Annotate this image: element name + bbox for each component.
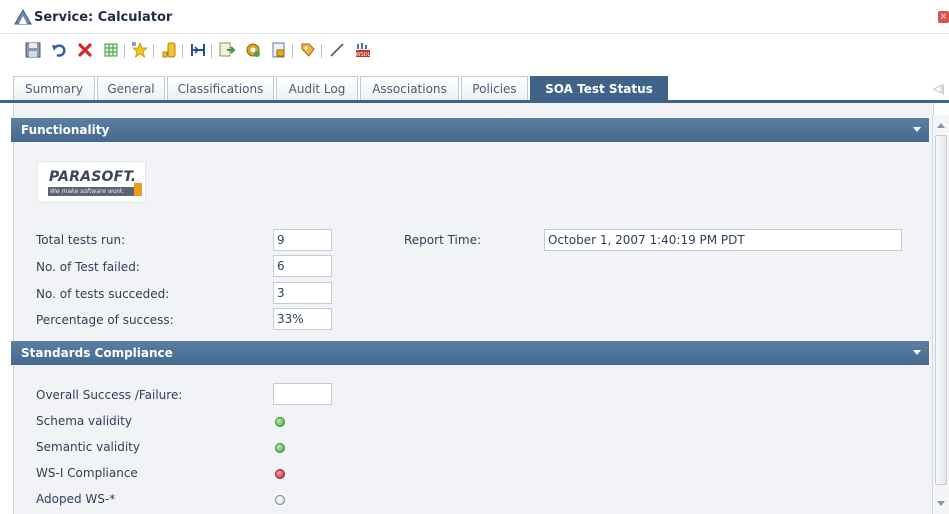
tab-policies[interactable]: Policies: [461, 76, 528, 100]
service-icon: [14, 8, 32, 25]
undo-icon[interactable]: [50, 41, 68, 59]
report-time-label: Report Time:: [404, 233, 482, 247]
adopted-ws-label: Adoped WS-*: [36, 492, 116, 506]
svg-text:WSDL: WSDL: [356, 52, 371, 58]
tab-associations[interactable]: Associations: [360, 76, 459, 100]
failed-tests-field[interactable]: 6: [273, 255, 332, 277]
toolbar-separator: [182, 44, 183, 58]
line-icon[interactable]: [328, 41, 346, 59]
functionality-title: Functionality: [21, 123, 110, 137]
logo-accent: [134, 183, 142, 196]
wsi-compliance-label: WS-I Compliance: [36, 466, 138, 480]
toolbar-separator: [211, 44, 212, 58]
toolbar-separator: [124, 44, 125, 58]
tab-bar: Summary General Classifications Audit Lo…: [0, 76, 949, 103]
toolbar-separator: [153, 44, 154, 58]
lock-icon[interactable]: [270, 41, 288, 59]
tab-summary[interactable]: Summary: [13, 76, 95, 100]
overall-success-field[interactable]: [273, 383, 332, 405]
standards-header[interactable]: Standards Compliance: [11, 341, 929, 365]
tag-icon[interactable]: [299, 41, 317, 59]
total-tests-label: Total tests run:: [36, 233, 126, 247]
star-icon[interactable]: [131, 41, 149, 59]
overall-success-label: Overall Success /Failure:: [36, 388, 183, 402]
close-icon[interactable]: ×: [938, 11, 949, 23]
percentage-label: Percentage of success:: [36, 313, 174, 327]
report-time-field[interactable]: October 1, 2007 1:40:19 PM PDT: [544, 229, 902, 251]
scroll-down-icon[interactable]: [937, 501, 945, 506]
percentage-field[interactable]: 33%: [273, 308, 332, 330]
semantic-status-icon: [275, 443, 285, 453]
succeeded-tests-field[interactable]: 3: [273, 282, 332, 304]
toolbar-separator: [321, 44, 322, 58]
gear-icon[interactable]: [244, 41, 262, 59]
tab-scroll-icon[interactable]: ◁|: [933, 82, 945, 95]
chevron-down-icon[interactable]: [913, 350, 921, 355]
title-bar: Service: Calculator ×: [0, 0, 949, 34]
save-icon[interactable]: [24, 41, 42, 59]
schema-validity-label: Schema validity: [36, 414, 132, 428]
semantic-validity-label: Semantic validity: [36, 440, 140, 454]
connect-icon[interactable]: [189, 41, 207, 59]
scroll-thumb[interactable]: [935, 135, 947, 485]
content-area: [13, 103, 934, 514]
logo-brand: PARASOFT.: [49, 169, 137, 185]
logo-tagline: We make software work.: [50, 188, 125, 195]
succeeded-tests-label: No. of tests succeded:: [36, 287, 170, 301]
chevron-down-icon[interactable]: [913, 127, 921, 132]
wsdl-icon[interactable]: WSDL: [354, 41, 372, 59]
grid-icon[interactable]: [102, 41, 120, 59]
delete-icon[interactable]: [76, 41, 94, 59]
tab-classifications[interactable]: Classifications: [167, 76, 274, 100]
schema-status-icon: [275, 417, 285, 427]
export-icon[interactable]: [218, 41, 236, 59]
scroll-up-icon[interactable]: [937, 123, 945, 128]
bucket-icon[interactable]: [160, 41, 178, 59]
tab-general[interactable]: General: [97, 76, 165, 100]
window-title: Service: Calculator: [34, 10, 173, 25]
standards-title: Standards Compliance: [21, 346, 173, 360]
parasoft-logo: PARASOFT. We make software work.: [37, 161, 146, 203]
adopted-ws-status-icon: [275, 495, 285, 505]
tab-audit-log[interactable]: Audit Log: [276, 76, 358, 100]
tab-soa-test-status[interactable]: SOA Test Status: [530, 76, 668, 100]
functionality-header[interactable]: Functionality: [11, 118, 929, 142]
failed-tests-label: No. of Test failed:: [36, 260, 140, 274]
vertical-scrollbar[interactable]: [932, 115, 949, 514]
total-tests-field[interactable]: 9: [273, 229, 332, 251]
toolbar: WSDL: [0, 34, 949, 66]
wsi-status-icon: [275, 469, 285, 479]
toolbar-separator: [292, 44, 293, 58]
